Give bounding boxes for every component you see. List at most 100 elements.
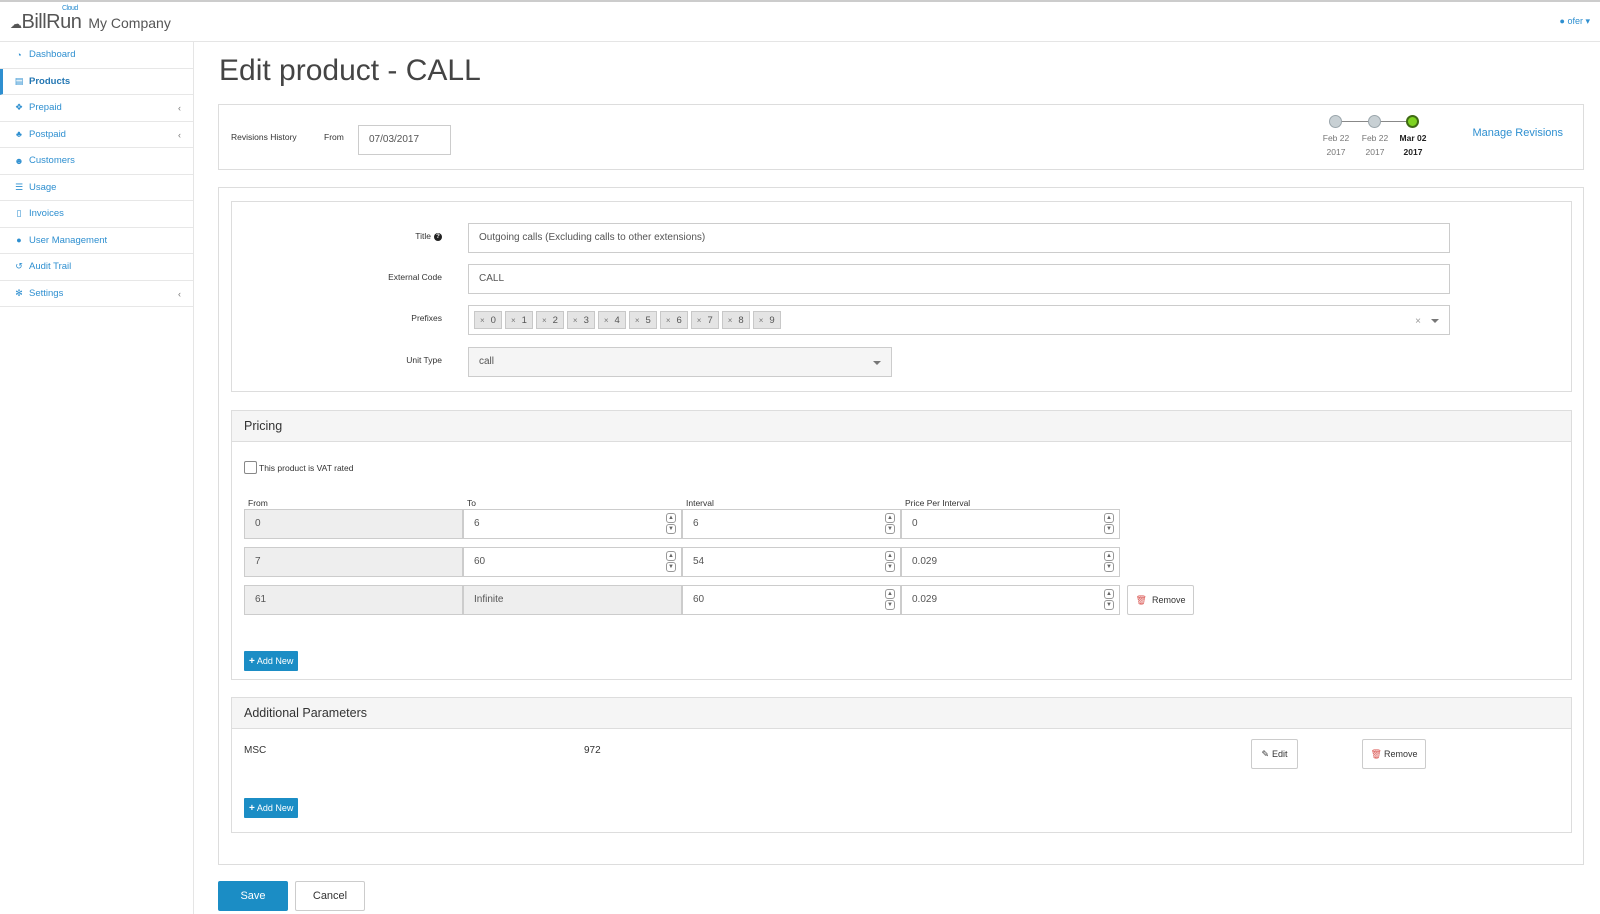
spin-up-icon[interactable]: ▲ xyxy=(1104,589,1114,599)
rate-to-input[interactable]: 60 ▲ ▼ xyxy=(463,547,682,577)
number-spinner[interactable]: ▲ ▼ xyxy=(885,551,895,573)
number-spinner[interactable]: ▲ ▼ xyxy=(885,513,895,535)
spin-up-icon[interactable]: ▲ xyxy=(885,589,895,599)
rate-interval-input[interactable]: 54 ▲ ▼ xyxy=(682,547,901,577)
history-icon: ↺ xyxy=(15,261,23,272)
timeline-year: 2017 xyxy=(1326,147,1346,157)
additional-parameters-panel: Additional Parameters MSC 972 ✎ Edit 🗑 R… xyxy=(231,697,1572,833)
question-circle-icon[interactable]: ? xyxy=(434,233,442,241)
revisions-timeline: Feb 22 2017 Feb 22 2017 Mar 02 2017 xyxy=(1317,115,1437,165)
rate-price-input[interactable]: 0 ▲ ▼ xyxy=(901,509,1120,539)
remove-tag-icon[interactable]: × xyxy=(573,316,578,325)
sidebar-item-prepaid[interactable]: ❖ Prepaid ‹ xyxy=(0,95,193,122)
spin-up-icon[interactable]: ▲ xyxy=(666,551,676,561)
number-spinner[interactable]: ▲ ▼ xyxy=(1104,551,1114,573)
brand[interactable]: ☁BillRun Cloud My Company xyxy=(10,5,171,34)
clear-all-icon[interactable]: × xyxy=(1415,316,1421,327)
spin-down-icon[interactable]: ▼ xyxy=(885,524,895,534)
rate-to-value: 6 xyxy=(474,518,480,529)
timeline-dot-active[interactable] xyxy=(1406,115,1419,128)
sidebar-item-user-management[interactable]: ● User Management xyxy=(0,228,193,254)
sidebar: ◔ Dashboard ▤ Products ❖ Prepaid ‹ ♣ Pos… xyxy=(0,42,194,914)
remove-tag-icon[interactable]: × xyxy=(480,316,485,325)
timeline-dot[interactable] xyxy=(1368,115,1381,128)
pricing-heading: Pricing xyxy=(232,411,1571,442)
sidebar-item-settings[interactable]: ✻ Settings ‹ xyxy=(0,281,193,307)
spin-down-icon[interactable]: ▼ xyxy=(1104,562,1114,572)
sidebar-item-customers[interactable]: ☻ Customers xyxy=(0,148,193,175)
number-spinner[interactable]: ▲ ▼ xyxy=(666,513,676,535)
spin-down-icon[interactable]: ▼ xyxy=(885,600,895,610)
chevron-down-icon[interactable] xyxy=(1431,319,1439,323)
spin-down-icon[interactable]: ▼ xyxy=(1104,600,1114,610)
number-spinner[interactable]: ▲ ▼ xyxy=(1104,589,1114,611)
rate-price-input[interactable]: 0.029 ▲ ▼ xyxy=(901,547,1120,577)
vat-checkbox[interactable] xyxy=(244,461,257,474)
remove-tag-icon[interactable]: × xyxy=(604,316,609,325)
remove-rate-button[interactable]: 🗑 Remove xyxy=(1127,585,1194,615)
remove-tag-icon[interactable]: × xyxy=(666,316,671,325)
sidebar-item-dashboard[interactable]: ◔ Dashboard xyxy=(0,42,193,69)
spin-down-icon[interactable]: ▼ xyxy=(885,562,895,572)
unit-type-label: Unit Type xyxy=(406,355,442,365)
remove-tag-icon[interactable]: × xyxy=(542,316,547,325)
rate-to-value: 60 xyxy=(474,556,486,567)
sidebar-item-label: User Management xyxy=(29,234,108,246)
user-icon: ● xyxy=(1559,16,1565,26)
spin-up-icon[interactable]: ▲ xyxy=(666,513,676,523)
col-header-from: From xyxy=(248,498,268,508)
vat-checkbox-row[interactable]: This product is VAT rated xyxy=(244,461,353,474)
timeline-dot[interactable] xyxy=(1329,115,1342,128)
unit-type-value: call xyxy=(479,356,495,367)
title-input[interactable]: Outgoing calls (Excluding calls to other… xyxy=(468,223,1450,253)
spin-up-icon[interactable]: ▲ xyxy=(885,513,895,523)
remove-tag-icon[interactable]: × xyxy=(728,316,733,325)
sidebar-item-products[interactable]: ▤ Products xyxy=(0,68,193,95)
remove-tag-icon[interactable]: × xyxy=(635,316,640,325)
user-icon: ● xyxy=(16,235,22,246)
unit-type-select[interactable]: call xyxy=(468,347,892,377)
remove-param-button[interactable]: 🗑 Remove xyxy=(1362,739,1426,769)
sidebar-item-postpaid[interactable]: ♣ Postpaid ‹ xyxy=(0,122,193,148)
prefix-tag: × 6 xyxy=(659,311,688,329)
timeline-label-active: Mar 02 2017 xyxy=(1393,131,1433,159)
number-spinner[interactable]: ▲ ▼ xyxy=(1104,513,1114,535)
prefix-tag: × 2 xyxy=(535,311,564,329)
plus-icon: + xyxy=(249,802,255,814)
sidebar-item-audit-trail[interactable]: ↺ Audit Trail xyxy=(0,254,193,281)
sidebar-item-label: Customers xyxy=(29,155,75,167)
add-param-button[interactable]: + Add New xyxy=(244,798,299,818)
remove-tag-icon[interactable]: × xyxy=(697,316,702,325)
prefixes-tag-input[interactable]: × 0 × 1 × 2 × 3 × 4 × 5 × 6 × 7 × 8 × 9 × xyxy=(468,305,1450,335)
rate-interval-input[interactable]: 60 ▲ ▼ xyxy=(682,585,901,615)
save-button[interactable]: Save xyxy=(218,881,288,911)
remove-tag-icon[interactable]: × xyxy=(759,316,764,325)
sidebar-item-label: Dashboard xyxy=(29,49,76,61)
rate-interval-input[interactable]: 6 ▲ ▼ xyxy=(682,509,901,539)
vat-label: This product is VAT rated xyxy=(259,462,354,473)
edit-param-button[interactable]: ✎ Edit xyxy=(1251,739,1298,769)
user-menu[interactable]: ● ofer ▾ xyxy=(1559,16,1590,27)
spin-down-icon[interactable]: ▼ xyxy=(1104,524,1114,534)
revision-from-date-input[interactable]: 07/03/2017 xyxy=(358,125,451,155)
prefix-tag: × 8 xyxy=(721,311,750,329)
add-rate-button[interactable]: + Add New xyxy=(244,651,299,671)
rate-to-input[interactable]: 6 ▲ ▼ xyxy=(463,509,682,539)
prefix-tag: × 9 xyxy=(752,311,781,329)
spin-up-icon[interactable]: ▲ xyxy=(885,551,895,561)
external-code-input[interactable]: CALL xyxy=(468,264,1450,294)
number-spinner[interactable]: ▲ ▼ xyxy=(666,551,676,573)
spin-down-icon[interactable]: ▼ xyxy=(666,524,676,534)
user-name: ofer xyxy=(1567,16,1583,26)
manage-revisions-link[interactable]: Manage Revisions xyxy=(1473,127,1564,139)
spin-down-icon[interactable]: ▼ xyxy=(666,562,676,572)
rate-price-input[interactable]: 0.029 ▲ ▼ xyxy=(901,585,1120,615)
sidebar-item-usage[interactable]: ☰ Usage xyxy=(0,175,193,201)
spin-up-icon[interactable]: ▲ xyxy=(1104,513,1114,523)
remove-tag-icon[interactable]: × xyxy=(511,316,516,325)
title-label: Title? xyxy=(242,231,442,241)
cancel-button[interactable]: Cancel xyxy=(295,881,365,911)
spin-up-icon[interactable]: ▲ xyxy=(1104,551,1114,561)
sidebar-item-invoices[interactable]: ▯ Invoices xyxy=(0,201,193,228)
number-spinner[interactable]: ▲ ▼ xyxy=(885,589,895,611)
